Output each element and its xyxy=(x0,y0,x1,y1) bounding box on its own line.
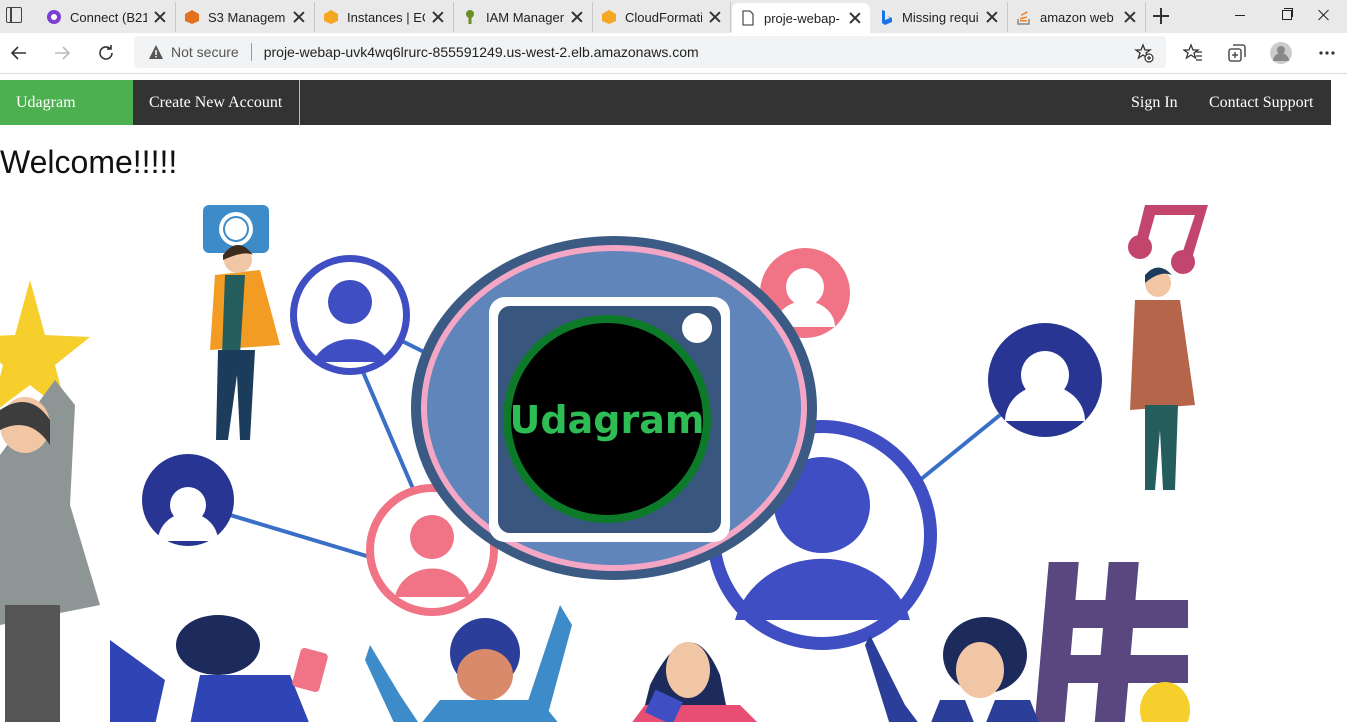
security-label[interactable]: Not secure xyxy=(171,44,239,60)
user-avatar-blue xyxy=(290,255,410,375)
address-bar[interactable]: Not secure proje-webap-uvk4wq6lrurc-8555… xyxy=(134,36,1166,68)
browser-toolbar: Not secure proje-webap-uvk4wq6lrurc-8555… xyxy=(0,33,1347,74)
nav-home-link[interactable]: Udagram Home xyxy=(0,80,133,156)
url-text[interactable]: proje-webap-uvk4wq6lrurc-855591249.us-we… xyxy=(264,44,699,60)
collections-icon[interactable] xyxy=(1224,40,1250,66)
person-bottom-3 xyxy=(632,642,757,722)
tab-amazon-web[interactable]: amazon web xyxy=(1008,2,1146,32)
add-favorite-icon[interactable] xyxy=(1134,43,1154,66)
ec2-icon xyxy=(323,9,339,25)
forward-icon[interactable] xyxy=(48,39,76,67)
person-bottom-2 xyxy=(365,605,572,722)
person-bottom-5 xyxy=(1140,682,1190,722)
cloudformation-icon xyxy=(601,9,617,25)
close-tab-icon[interactable] xyxy=(153,10,167,24)
top-navbar: Udagram Home Create New Account Sign In … xyxy=(0,80,1331,156)
nav-create-account-link[interactable]: Create New Account xyxy=(133,80,300,125)
logo-text: Udagram xyxy=(510,398,705,442)
close-tab-icon[interactable] xyxy=(1123,10,1137,24)
tab-connect[interactable]: Connect (B21 xyxy=(38,2,176,32)
close-window-icon[interactable] xyxy=(1301,0,1347,30)
nav-sign-in-link[interactable]: Sign In xyxy=(1115,80,1194,125)
person-bottom-1 xyxy=(110,615,328,722)
person-with-star xyxy=(0,280,100,722)
page-scrollbar[interactable] xyxy=(1331,74,1347,722)
page-viewport: Udagram Home Create New Account Sign In … xyxy=(0,74,1347,722)
user-avatar-navy-right xyxy=(988,323,1102,437)
tab-iam[interactable]: IAM Manager xyxy=(454,2,593,32)
tab-cloudformation[interactable]: CloudFormatio xyxy=(593,2,731,32)
tab-strip: Connect (B21 S3 Manageme Instances | EC … xyxy=(0,0,1347,33)
more-options-icon[interactable] xyxy=(1314,40,1340,66)
stackoverflow-icon xyxy=(1016,9,1032,25)
person-with-music-note xyxy=(1128,205,1208,490)
user-avatar-navy xyxy=(142,454,234,546)
person-with-camera xyxy=(203,205,280,440)
profile-avatar-icon[interactable] xyxy=(1268,40,1294,66)
tab-s3[interactable]: S3 Manageme xyxy=(176,2,315,32)
tab-actions-icon[interactable] xyxy=(6,7,22,23)
nav-contact-support-link[interactable]: Contact Support xyxy=(1193,80,1329,125)
tab-active-page[interactable]: proje-webap- xyxy=(732,3,870,33)
udagram-logo: Udagram xyxy=(411,236,817,580)
close-tab-icon[interactable] xyxy=(570,10,584,24)
minimize-icon[interactable] xyxy=(1217,0,1263,30)
close-tab-icon[interactable] xyxy=(708,10,722,24)
page-icon xyxy=(740,10,756,26)
close-tab-icon[interactable] xyxy=(292,10,306,24)
divider xyxy=(250,43,252,61)
hero-illustration: Udagram xyxy=(0,205,1208,722)
favorites-icon[interactable] xyxy=(1180,40,1206,66)
connect-icon xyxy=(46,9,62,25)
iam-icon xyxy=(462,9,478,25)
warning-icon[interactable] xyxy=(148,44,164,60)
bing-icon xyxy=(878,9,894,25)
page-heading: Welcome!!!!! xyxy=(0,144,178,180)
close-tab-icon[interactable] xyxy=(985,10,999,24)
tab-missing[interactable]: Missing requi xyxy=(870,2,1008,32)
refresh-icon[interactable] xyxy=(92,39,120,67)
person-bottom-4 xyxy=(865,617,1039,722)
back-icon[interactable] xyxy=(5,39,33,67)
s3-icon xyxy=(184,9,200,25)
tab-instances[interactable]: Instances | EC xyxy=(315,2,454,32)
new-tab-icon[interactable] xyxy=(1151,6,1171,26)
close-tab-icon[interactable] xyxy=(848,11,862,25)
close-tab-icon[interactable] xyxy=(431,10,445,24)
